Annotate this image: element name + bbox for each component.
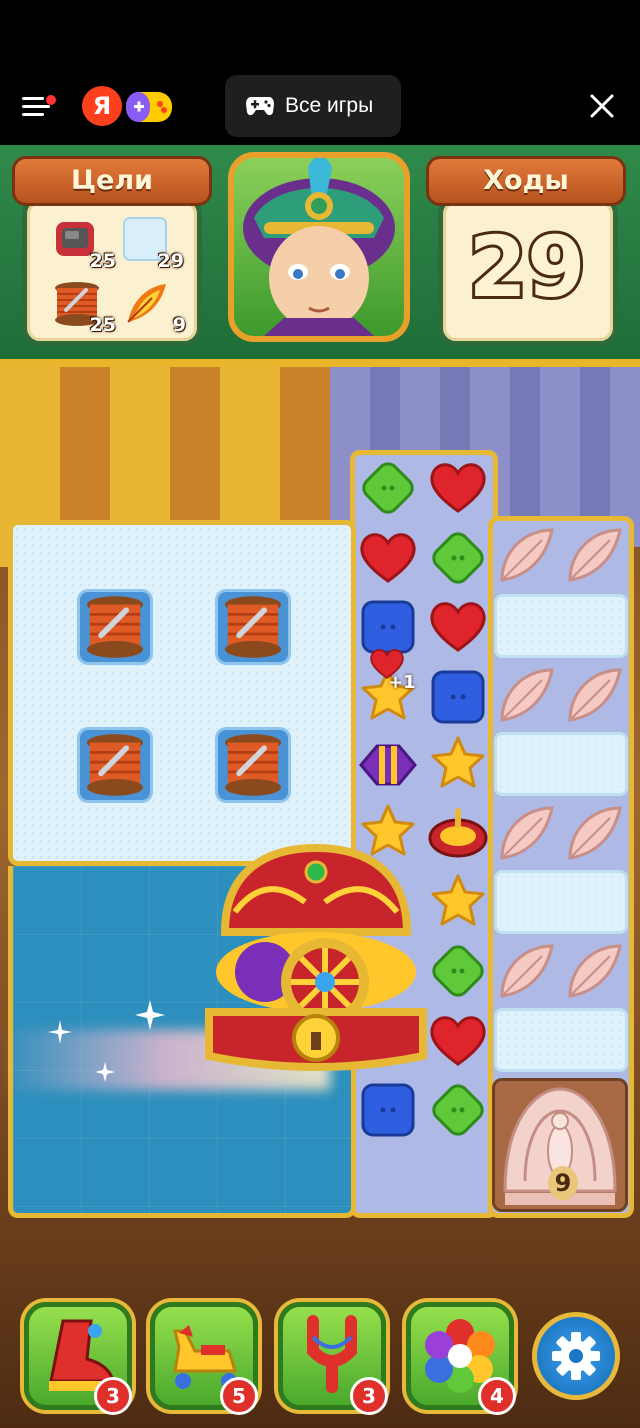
- striped-rocket-piece[interactable]: [355, 732, 421, 798]
- all-games-label: Все игры: [285, 94, 374, 117]
- spool-tile[interactable]: [80, 592, 150, 662]
- blue-square-piece[interactable]: [425, 664, 491, 730]
- pink-feather-piece[interactable]: [562, 800, 628, 866]
- yandex-games-logo-icon[interactable]: [124, 86, 174, 126]
- green-diamond-piece[interactable]: [425, 525, 491, 591]
- pink-feather-piece[interactable]: [562, 938, 628, 1004]
- all-games-button[interactable]: Все игры: [225, 75, 401, 137]
- goal-tv-count: 25: [89, 250, 116, 272]
- goal-spool: 25: [52, 280, 116, 336]
- ice-tile[interactable]: [494, 594, 628, 658]
- green-diamond-piece[interactable]: [355, 455, 421, 521]
- sultan-character-icon: [243, 158, 395, 336]
- character-portrait: [228, 152, 410, 342]
- goals-title: Цели: [12, 156, 212, 206]
- red-heart-piece[interactable]: [355, 525, 421, 591]
- goal-tv: 25: [52, 216, 116, 272]
- browser-top-bar: Я Все игры: [0, 0, 640, 145]
- gamepad-icon: [246, 97, 274, 116]
- moves-title: Ходы: [426, 156, 626, 206]
- ice-tile[interactable]: [494, 870, 628, 934]
- pink-feather-piece[interactable]: [494, 800, 560, 866]
- ice-tile[interactable]: [494, 732, 628, 796]
- peacock-counter: 9: [548, 1166, 578, 1200]
- goal-feather: 9: [122, 280, 186, 336]
- red-heart-piece[interactable]: [425, 594, 491, 660]
- goal-feather-count: 9: [172, 314, 186, 336]
- bonus-text: +1: [388, 672, 416, 693]
- green-diamond-piece[interactable]: [425, 938, 491, 1004]
- settings-button[interactable]: [532, 1312, 620, 1400]
- ice-field: [8, 520, 356, 866]
- green-diamond-piece[interactable]: [425, 1077, 491, 1143]
- goal-spool-count: 25: [89, 314, 116, 336]
- treasure-chest-icon: [205, 843, 427, 1071]
- pink-feather-piece[interactable]: [494, 522, 560, 588]
- boot-booster-count: 3: [94, 1377, 132, 1415]
- red-heart-piece[interactable]: [425, 455, 491, 521]
- pink-feather-piece[interactable]: [494, 938, 560, 1004]
- menu-icon[interactable]: [22, 95, 56, 119]
- spool-tile[interactable]: [218, 592, 288, 662]
- pink-feather-piece[interactable]: [562, 662, 628, 728]
- spinning-top-piece[interactable]: [425, 800, 491, 866]
- ice-tile[interactable]: [494, 1008, 628, 1072]
- close-icon[interactable]: [588, 92, 616, 120]
- gear-icon: [552, 1332, 600, 1380]
- rocking-horse-booster-count: 5: [220, 1377, 258, 1415]
- pink-feather-piece[interactable]: [494, 662, 560, 728]
- rainbow-flower-booster-count: 4: [478, 1377, 516, 1415]
- pink-feather-piece[interactable]: [562, 522, 628, 588]
- feather-flame-icon: [127, 284, 166, 323]
- sparkle-effect-icon: [48, 1000, 165, 1082]
- game-screen: Я Все игры Цели 25 29 25 9 Ходы 29 +1 9 …: [0, 0, 640, 1428]
- moves-counter: 29: [466, 215, 589, 319]
- yellow-star-piece[interactable]: [425, 732, 491, 798]
- yellow-star-piece[interactable]: [425, 870, 491, 936]
- spool-tile[interactable]: [218, 730, 288, 800]
- yandex-logo[interactable]: Я: [82, 86, 122, 126]
- goal-ice: 29: [120, 216, 184, 272]
- goal-ice-count: 29: [157, 250, 184, 272]
- blue-square-piece[interactable]: [355, 1077, 421, 1143]
- red-heart-piece[interactable]: [425, 1008, 491, 1074]
- slingshot-booster-count: 3: [350, 1377, 388, 1415]
- spool-tile[interactable]: [80, 730, 150, 800]
